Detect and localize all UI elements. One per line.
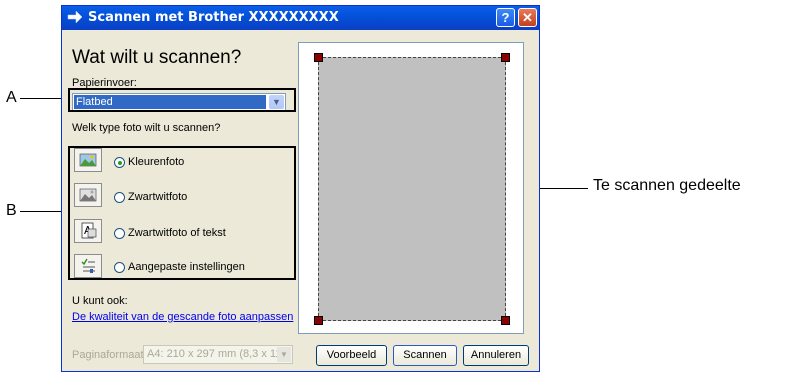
page-size-select[interactable]: A4: 210 x 297 mm (8,3 x 11,7 ▼ [143,345,293,364]
annotation-a-box [68,88,296,112]
scan-area-fill [323,62,501,316]
also-label: U kunt ook: [72,295,128,307]
annotation-a: A [6,89,17,106]
scanner-icon [67,10,83,24]
page-size-label: Paginaformaat: [72,349,147,361]
page-title: Wat wilt u scannen? [72,47,242,68]
chevron-down-icon[interactable]: ▼ [277,347,291,362]
crop-handle-bottom-left[interactable] [314,316,323,325]
annotation-scan-area: Te scannen gedeelte [593,177,741,194]
annotation-b: B [6,202,17,219]
adjust-quality-link[interactable]: De kwaliteit van de gescande foto aanpas… [72,311,293,323]
help-button[interactable]: ? [496,8,515,27]
preview-button[interactable]: Voorbeeld [316,345,387,366]
crop-handle-bottom-right[interactable] [501,316,510,325]
cancel-button[interactable]: Annuleren [463,345,529,366]
scan-area[interactable] [318,57,506,321]
scan-preview-panel[interactable] [298,42,524,334]
window-title: Scannen met Brother XXXXXXXXX [88,10,339,25]
page-size-value: A4: 210 x 297 mm (8,3 x 11,7 [147,348,291,360]
annotation-b-box [68,146,296,280]
crop-handle-top-right[interactable] [501,53,510,62]
crop-handle-top-left[interactable] [314,53,323,62]
photo-type-label: Welk type foto wilt u scannen? [72,122,221,134]
scan-button[interactable]: Scannen [393,345,457,366]
title-bar[interactable]: Scannen met Brother XXXXXXXXX ? ✕ [62,6,539,30]
close-button[interactable]: ✕ [518,8,537,27]
